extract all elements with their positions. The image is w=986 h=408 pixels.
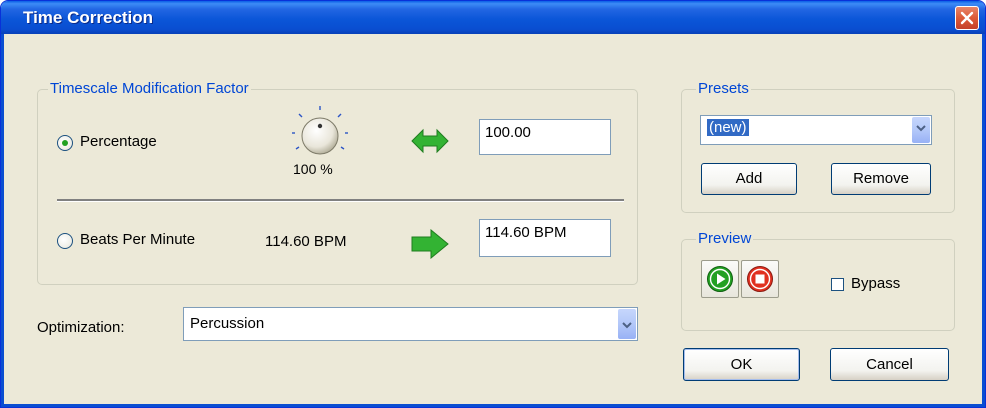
presets-selected-text: (new) — [707, 119, 749, 136]
stop-icon — [747, 266, 773, 292]
ok-button[interactable]: OK — [683, 348, 800, 381]
bypass-checkbox[interactable] — [831, 278, 844, 291]
window-frame-bottom — [1, 404, 985, 407]
play-button[interactable] — [701, 260, 739, 298]
percentage-input-value: 100.00 — [485, 124, 531, 141]
percentage-label[interactable]: Percentage — [80, 133, 157, 150]
close-button[interactable] — [955, 6, 979, 30]
stop-button[interactable] — [741, 260, 779, 298]
time-correction-dialog: Time Correction Timescale Modification F… — [0, 0, 986, 408]
presets-dropdown-button[interactable] — [912, 117, 930, 143]
presets-value: (new) — [707, 119, 749, 136]
preview-legend: Preview — [696, 230, 754, 247]
optimization-dropdown-button[interactable] — [618, 309, 636, 339]
percentage-radio[interactable] — [57, 135, 73, 151]
play-icon — [707, 266, 733, 292]
add-preset-button[interactable]: Add — [701, 163, 797, 195]
remove-preset-button[interactable]: Remove — [831, 163, 931, 195]
knob-icon[interactable] — [289, 105, 349, 161]
section-divider — [57, 199, 624, 202]
percentage-input[interactable]: 100.00 — [479, 119, 611, 155]
chevron-down-icon — [622, 322, 632, 329]
bpm-label[interactable]: Beats Per Minute — [80, 231, 195, 248]
knob-value-label: 100 % — [293, 161, 333, 177]
window-title: Time Correction — [23, 8, 154, 27]
window-frame-left — [1, 34, 4, 407]
optimization-value: Percussion — [190, 315, 265, 332]
title-bar[interactable]: Time Correction — [1, 1, 985, 34]
presets-legend: Presets — [696, 80, 751, 97]
chevron-down-icon — [916, 125, 926, 132]
bpm-radio[interactable] — [57, 233, 73, 249]
right-arrow-icon[interactable] — [411, 229, 449, 259]
bpm-readout: 114.60 BPM — [265, 233, 347, 250]
presets-select[interactable]: (new) — [700, 115, 932, 145]
bpm-input-value: 114.60 BPM — [485, 224, 567, 241]
optimization-label: Optimization: — [37, 319, 125, 336]
close-icon — [960, 11, 974, 25]
bpm-input[interactable]: 114.60 BPM — [479, 219, 611, 257]
timescale-legend: Timescale Modification Factor — [48, 80, 251, 97]
double-arrow-icon[interactable] — [411, 128, 449, 154]
window-frame-right — [982, 34, 985, 407]
radio-selected-dot — [62, 140, 68, 146]
bypass-label[interactable]: Bypass — [851, 275, 900, 292]
cancel-button[interactable]: Cancel — [830, 348, 949, 381]
optimization-select[interactable]: Percussion — [183, 307, 638, 341]
